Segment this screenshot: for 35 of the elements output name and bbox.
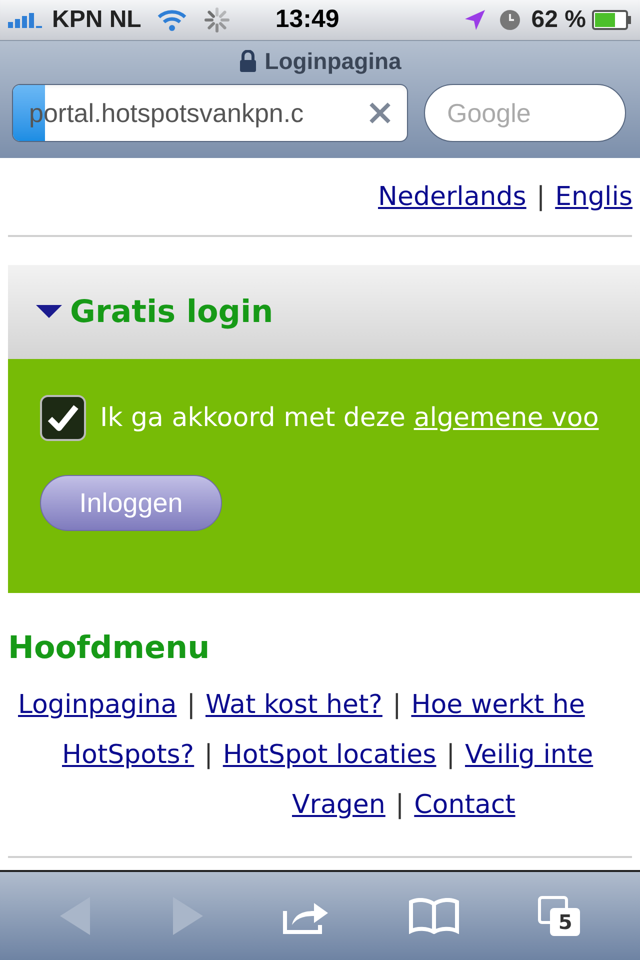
battery-icon [592,10,632,30]
separator: | [186,688,196,722]
separator: | [204,738,213,772]
search-field[interactable]: Google [424,84,626,142]
page-title: Loginpagina [264,46,402,76]
panel-title: Gratis login [70,292,274,332]
battery-percent: 62 % [531,5,586,35]
link[interactable]: Hoe werkt he [411,686,585,724]
link[interactable]: Wat kost het? [205,686,382,724]
lock-icon [238,50,257,72]
clear-icon[interactable] [369,102,391,124]
clock-time: 13:49 [275,4,340,36]
agree-text: Ik ga akkoord met deze [100,402,407,434]
spinner-icon [203,6,232,34]
link[interactable]: Nederlands [378,178,526,217]
separator: | [395,788,404,822]
tab-count: 5 [550,908,580,936]
alarm-clock-icon [499,9,522,31]
wifi-icon [157,9,188,31]
link[interactable]: Contact [414,786,516,824]
link[interactable]: Loginpagina [18,686,177,724]
bookmarks-book-icon[interactable] [409,898,460,934]
link[interactable]: Englis [555,178,632,217]
agree-checkbox[interactable] [40,395,86,441]
separator: | [536,181,546,214]
separator: | [392,688,402,722]
link[interactable]: Vragen [292,786,386,824]
menu-heading: Hoofdmenu [8,633,211,664]
link[interactable]: Veilig inte [465,736,594,774]
carrier: KPN NL [52,5,142,35]
checkmark-icon [47,404,79,432]
link[interactable]: HotSpot locaties [222,736,436,774]
separator: | [446,738,455,772]
location-arrow-icon [463,8,488,32]
link[interactable]: HotSpots? [62,736,194,774]
